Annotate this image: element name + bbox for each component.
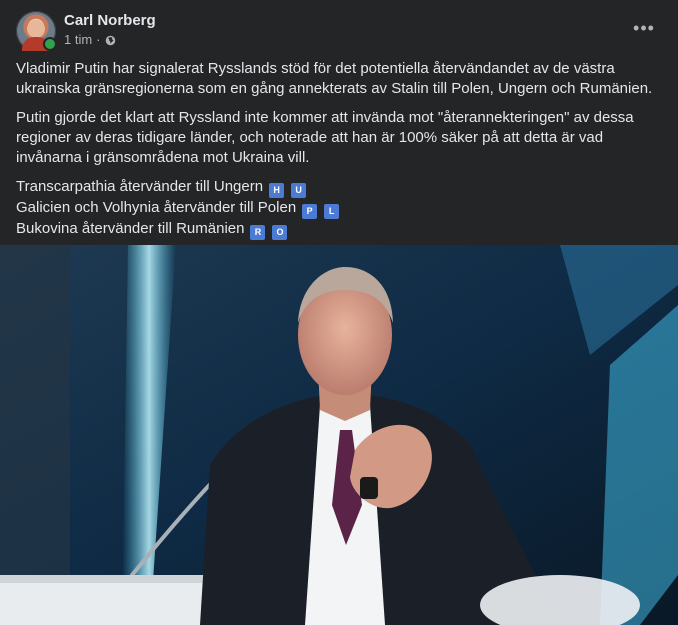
online-status-indicator xyxy=(43,37,57,51)
flag-letter-icon: L xyxy=(324,204,340,219)
post-body: Vladimir Putin har signalerat Rysslands … xyxy=(16,59,664,240)
avatar-face xyxy=(27,20,45,38)
author-avatar[interactable] xyxy=(16,11,57,51)
post-subline: 1 tim · xyxy=(64,32,156,47)
post-paragraph-1: Vladimir Putin har signalerat Rysslands … xyxy=(16,60,653,97)
region-text: Bukovina återvänder till Rumänien xyxy=(16,220,245,237)
post-meta: Carl Norberg 1 tim · xyxy=(64,11,156,47)
post-photo[interactable] xyxy=(0,245,678,625)
flag-letter-icon: H xyxy=(269,183,285,198)
person-watch xyxy=(360,477,378,499)
region-line: Bukovina återvänder till Rumänien R O xyxy=(16,219,664,240)
author-name[interactable]: Carl Norberg xyxy=(64,11,156,30)
separator-dot: · xyxy=(96,32,101,47)
post-paragraph-2: Putin gjorde det klart att Ryssland inte… xyxy=(16,109,634,166)
post-header: Carl Norberg 1 tim · xyxy=(16,10,156,52)
more-options-button[interactable]: ••• xyxy=(628,12,660,44)
flag-letter-icon: O xyxy=(272,225,288,240)
region-text: Transcarpathia återvänder till Ungern xyxy=(16,178,264,195)
region-line: Transcarpathia återvänder till Ungern H U xyxy=(16,177,664,198)
flag-letter-icon: U xyxy=(291,183,307,198)
flag-letter-icon: P xyxy=(302,204,318,219)
more-options-icon: ••• xyxy=(633,17,655,38)
post-timestamp[interactable]: 1 tim xyxy=(64,32,92,47)
region-text: Galicien och Volhynia återvänder till Po… xyxy=(16,199,297,216)
flag-letter-icon: R xyxy=(250,225,266,240)
background-panel xyxy=(0,245,70,625)
region-line: Galicien och Volhynia återvänder till Po… xyxy=(16,198,664,219)
region-list: Transcarpathia återvänder till Ungern H U … xyxy=(16,177,664,240)
feed-post: Carl Norberg 1 tim · ••• Vladimir Putin … xyxy=(0,0,678,625)
globe-icon[interactable] xyxy=(105,34,116,46)
